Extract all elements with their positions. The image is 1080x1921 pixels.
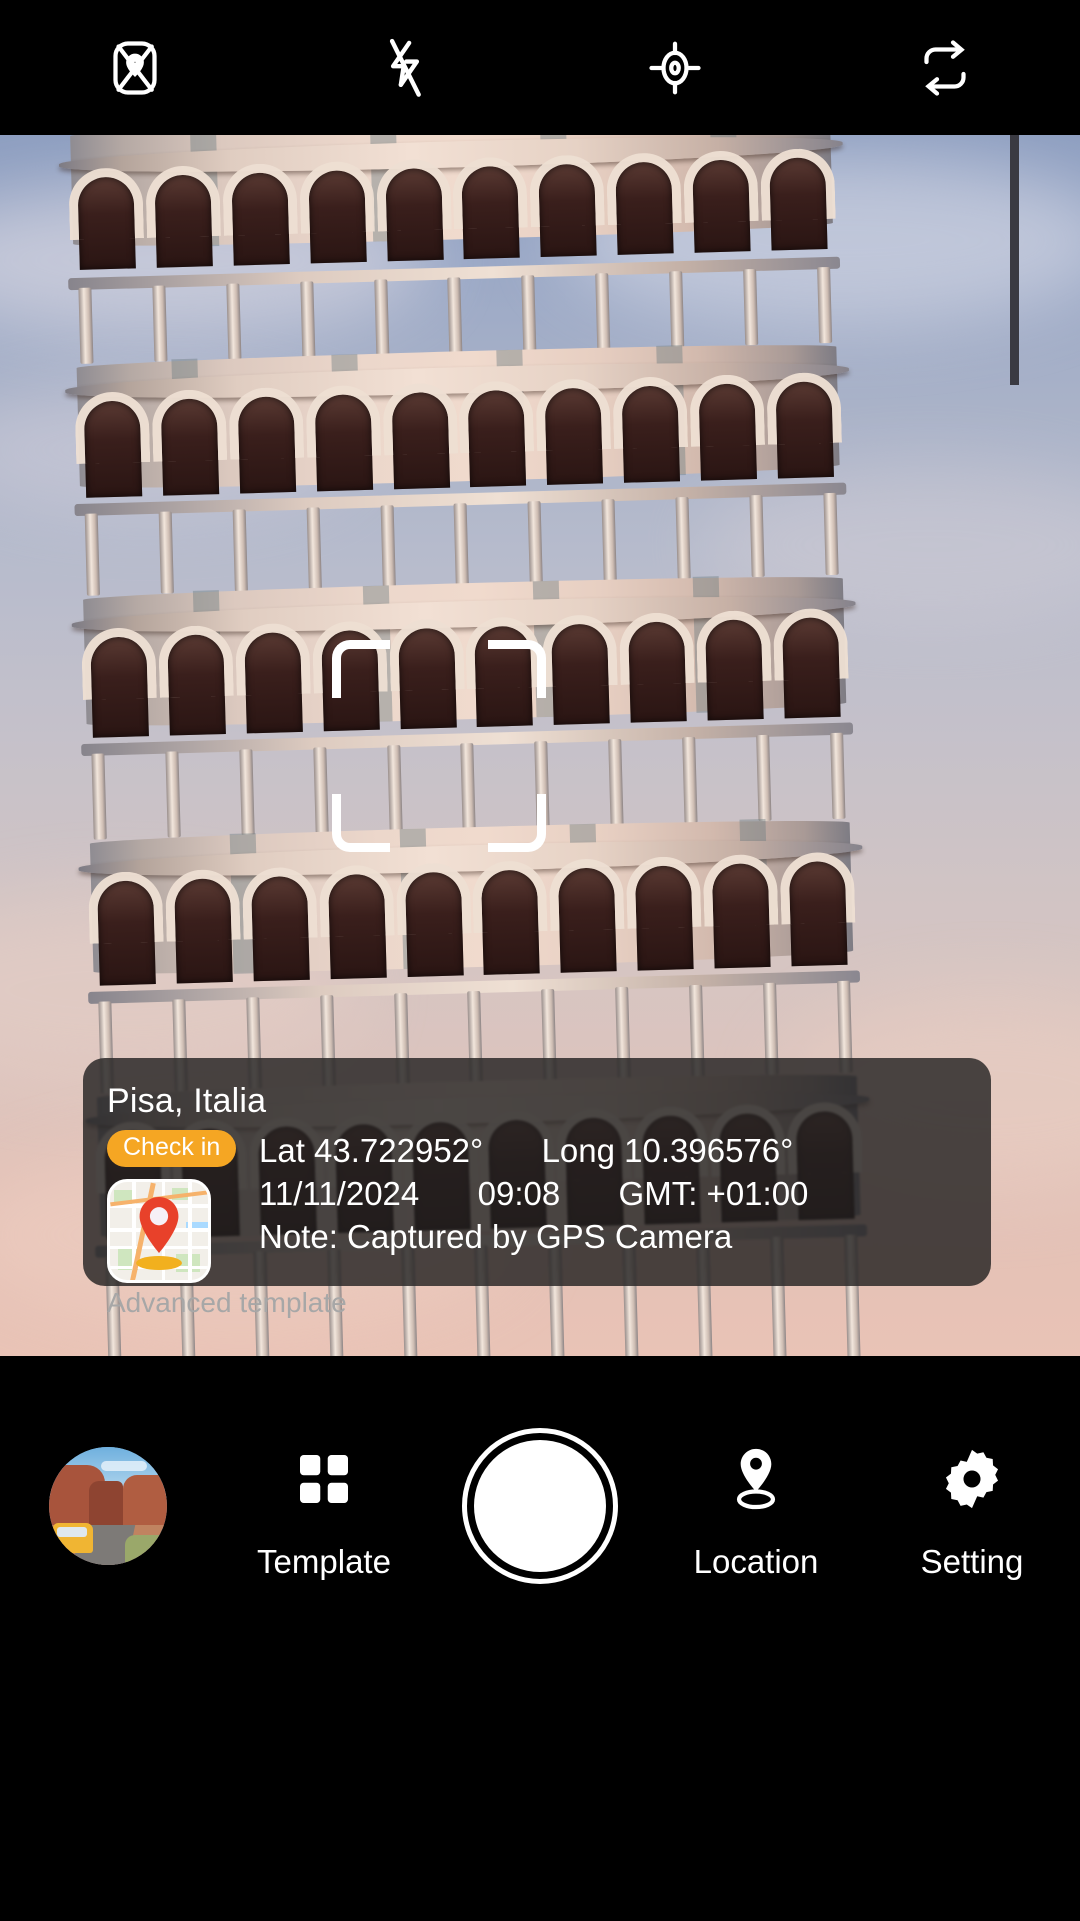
place-name: Pisa, Italia <box>107 1082 267 1120</box>
gallery-thumbnail[interactable] <box>49 1447 167 1565</box>
location-label: Location <box>693 1543 819 1580</box>
template-label[interactable]: Advanced template <box>83 1289 991 1317</box>
map-pin-icon <box>726 1431 786 1527</box>
shutter-icon <box>474 1440 606 1572</box>
gps-stamp-card[interactable]: Pisa, Italia Check in Lat 43.722952° Lon… <box>83 1058 991 1317</box>
focus-corner-bottom-right <box>488 794 546 852</box>
shutter-button[interactable] <box>462 1428 618 1584</box>
thumb-cloud <box>101 1461 147 1471</box>
template-label: Template <box>257 1543 391 1580</box>
map-thumbnail[interactable] <box>107 1179 211 1283</box>
note-line: Note: Captured by GPS Camera <box>259 1217 733 1255</box>
thumb-mesa-right <box>123 1475 167 1529</box>
gmt-value: GMT: +01:00 <box>618 1174 809 1212</box>
grid-icon <box>292 1431 356 1527</box>
location-off-icon <box>105 38 165 98</box>
focus-corner-top-left <box>332 640 390 698</box>
setting-label: Setting <box>920 1543 1024 1580</box>
check-in-badge[interactable]: Check in <box>107 1130 237 1167</box>
latitude-value: Lat 43.722952° <box>259 1132 484 1169</box>
focus-target-button[interactable] <box>620 13 730 123</box>
flash-off-icon <box>374 37 436 99</box>
map-pin-shadow <box>136 1256 182 1270</box>
top-toolbar <box>0 0 1080 135</box>
bottom-toolbar: Template Location Setting <box>0 1356 1080 1921</box>
antenna-pole <box>1010 135 1019 385</box>
thumb-mesa-mid <box>89 1481 123 1527</box>
bottom-controls: Template Location Setting <box>0 1356 1080 1656</box>
time-value: 09:08 <box>477 1174 561 1212</box>
gear-icon <box>939 1431 1005 1527</box>
camera-switch-icon <box>915 38 975 98</box>
setting-button[interactable]: Setting <box>864 1431 1080 1581</box>
card-right-column: Lat 43.722952° Long 10.396576° 11/11/202… <box>249 1130 991 1283</box>
coordinates-line: Lat 43.722952° Long 10.396576° <box>259 1130 991 1173</box>
focus-target-icon <box>645 38 705 98</box>
template-button[interactable]: Template <box>216 1431 432 1581</box>
camera-switch-button[interactable] <box>890 13 1000 123</box>
card-left-column: Check in <box>107 1130 249 1283</box>
card-body: Check in Lat 43.722952° Long 10.396576° … <box>83 1130 991 1283</box>
focus-corner-bottom-left <box>332 794 390 852</box>
flash-off-button[interactable] <box>350 13 460 123</box>
datetime-line: 11/11/2024 09:08 GMT: +01:00 <box>259 1173 991 1216</box>
longitude-value: Long 10.396576° <box>541 1132 794 1169</box>
gallery-button[interactable] <box>0 1447 216 1565</box>
thumb-van-window <box>57 1527 87 1537</box>
focus-corner-top-right <box>488 640 546 698</box>
map-pin-icon <box>139 1197 179 1254</box>
focus-frame[interactable] <box>332 640 546 852</box>
location-button[interactable]: Location <box>648 1431 864 1581</box>
thumb-scrub <box>125 1535 167 1565</box>
shutter-slot[interactable] <box>432 1428 648 1584</box>
location-off-button[interactable] <box>80 13 190 123</box>
date-value: 11/11/2024 <box>259 1174 420 1212</box>
